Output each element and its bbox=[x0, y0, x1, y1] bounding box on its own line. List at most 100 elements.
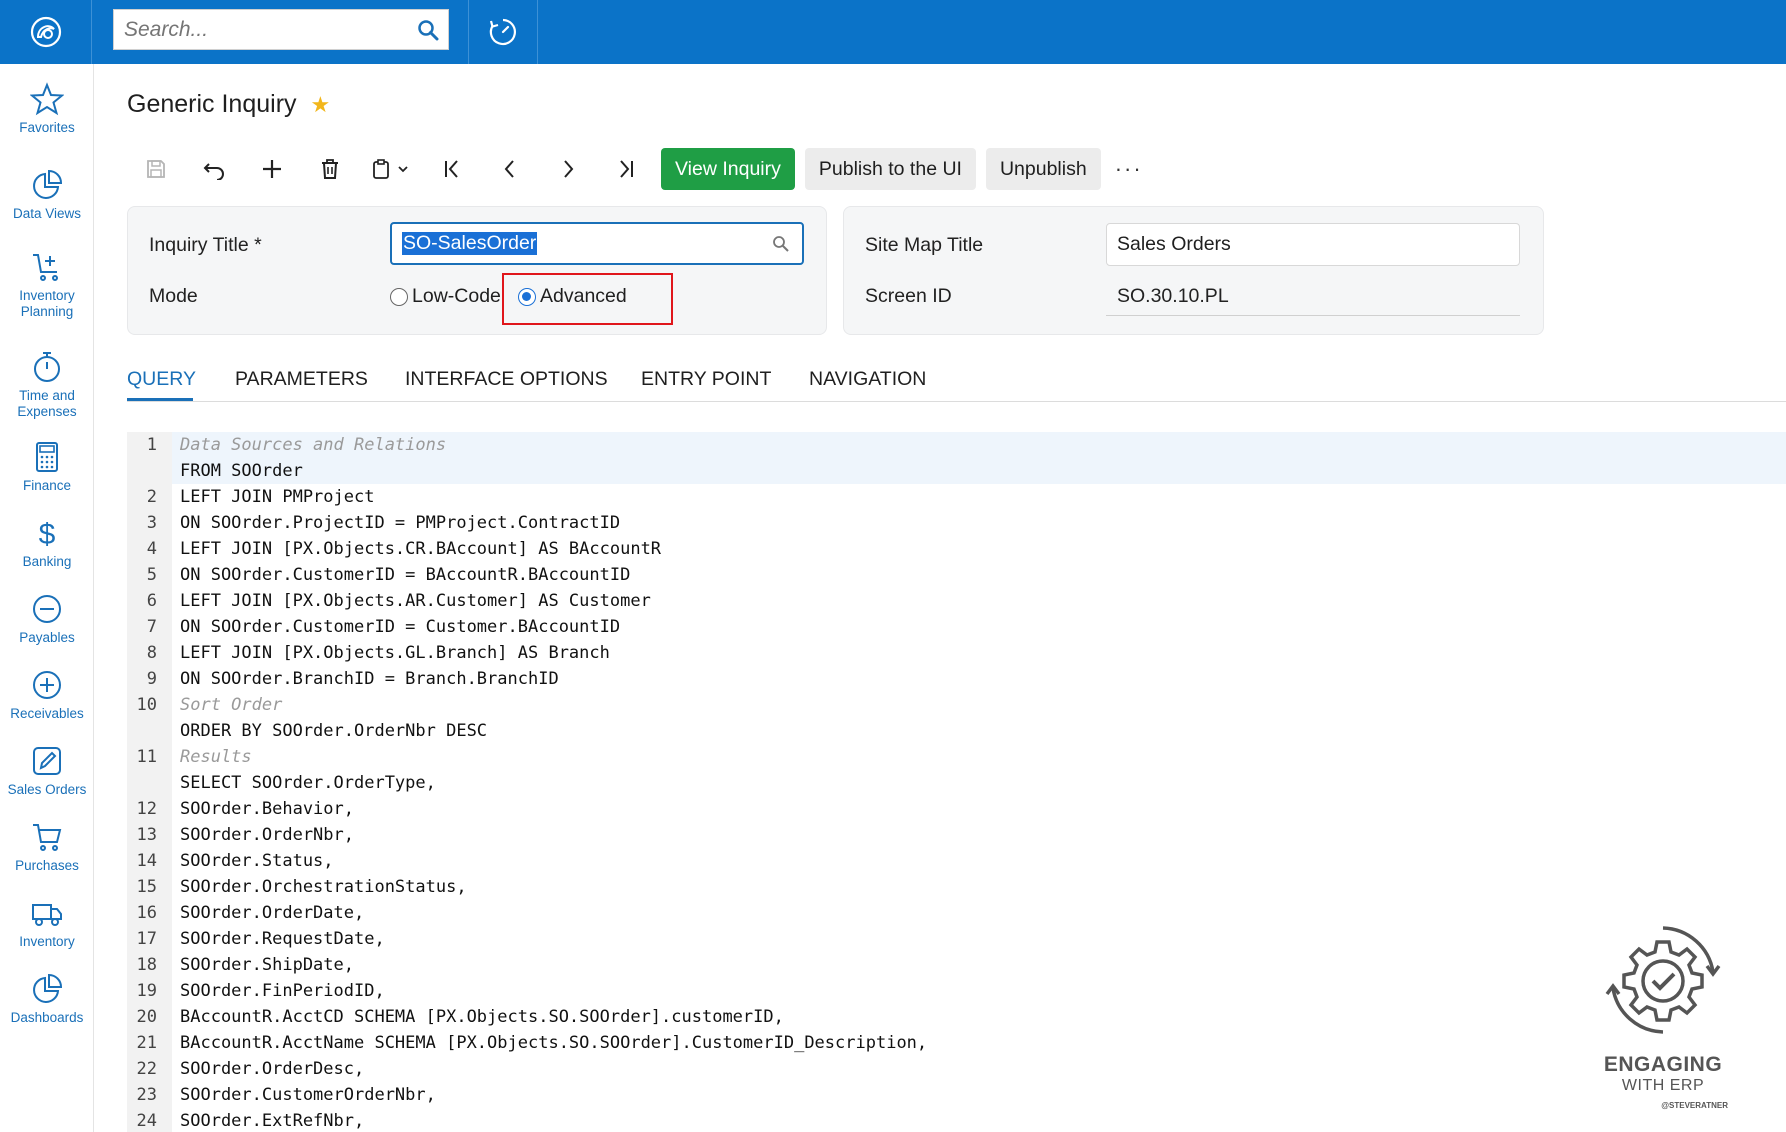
code-line[interactable]: 24 SOOrder.ExtRefNbr, bbox=[127, 1108, 1786, 1132]
code-line[interactable]: 10 Sort Order bbox=[127, 692, 1786, 718]
code-line[interactable]: 17 SOOrder.RequestDate, bbox=[127, 926, 1786, 952]
sidebar-item-dashboards[interactable]: Dashboards bbox=[0, 972, 94, 1026]
code-line[interactable]: 3 ON SOOrder.ProjectID = PMProject.Contra… bbox=[127, 510, 1786, 536]
more-actions-icon[interactable]: ··· bbox=[1115, 156, 1143, 182]
first-record-icon[interactable] bbox=[423, 148, 481, 190]
tab-parameters[interactable]: PARAMETERS bbox=[235, 368, 368, 402]
code-line[interactable]: 13 SOOrder.OrderNbr, bbox=[127, 822, 1786, 848]
code-text[interactable]: LEFT JOIN PMProject bbox=[180, 484, 374, 510]
code-text[interactable]: LEFT JOIN [PX.Objects.CR.BAccount] AS BA… bbox=[180, 536, 661, 562]
code-comment[interactable]: Results bbox=[180, 744, 252, 770]
code-line[interactable]: 5 ON SOOrder.CustomerID = BAccountR.BAcco… bbox=[127, 562, 1786, 588]
code-text[interactable]: BAccountR.AcctCD SCHEMA [PX.Objects.SO.S… bbox=[180, 1004, 784, 1030]
undo-icon[interactable] bbox=[185, 148, 243, 190]
code-line[interactable]: 12 SOOrder.Behavior, bbox=[127, 796, 1786, 822]
code-text[interactable]: ON SOOrder.ProjectID = PMProject.Contrac… bbox=[180, 510, 620, 536]
site-map-title-field[interactable]: Sales Orders bbox=[1106, 223, 1520, 266]
save-icon[interactable] bbox=[127, 148, 185, 190]
code-text[interactable]: LEFT JOIN [PX.Objects.AR.Customer] AS Cu… bbox=[180, 588, 651, 614]
code-line[interactable]: 20 BAccountR.AcctCD SCHEMA [PX.Objects.SO… bbox=[127, 1004, 1786, 1030]
search-icon[interactable] bbox=[772, 235, 790, 253]
sidebar-item-purchases[interactable]: Purchases bbox=[0, 820, 94, 874]
code-line[interactable]: 15 SOOrder.OrchestrationStatus, bbox=[127, 874, 1786, 900]
code-line[interactable]: 1 Data Sources and Relations bbox=[127, 432, 1786, 458]
line-number: 24 bbox=[136, 1111, 157, 1131]
sidebar-item-inventory[interactable]: Inventory bbox=[0, 896, 94, 950]
code-line[interactable]: 18 SOOrder.ShipDate, bbox=[127, 952, 1786, 978]
code-text[interactable]: SOOrder.Status, bbox=[180, 848, 334, 874]
code-text[interactable]: SOOrder.CustomerOrderNbr, bbox=[180, 1082, 436, 1108]
mode-low-code-option[interactable]: Low-Code bbox=[390, 285, 501, 308]
code-comment[interactable]: Data Sources and Relations bbox=[180, 432, 446, 458]
code-line[interactable]: 2 LEFT JOIN PMProject bbox=[127, 484, 1786, 510]
sidebar-item-time-and-expenses[interactable]: Time and Expenses bbox=[0, 350, 94, 420]
query-editor[interactable]: 1 Data Sources and Relations FROM SOOrder 2… bbox=[127, 432, 1786, 1132]
search-icon[interactable] bbox=[408, 10, 448, 49]
code-line[interactable]: ORDER BY SOOrder.OrderNbr DESC bbox=[127, 718, 1786, 744]
code-text[interactable]: ON SOOrder.CustomerID = Customer.BAccoun… bbox=[180, 614, 620, 640]
sidebar-item-finance[interactable]: Finance bbox=[0, 440, 94, 494]
sidebar-item-payables[interactable]: Payables bbox=[0, 592, 94, 646]
code-line[interactable]: 8 LEFT JOIN [PX.Objects.GL.Branch] AS Bra… bbox=[127, 640, 1786, 666]
code-line[interactable]: SELECT SOOrder.OrderType, bbox=[127, 770, 1786, 796]
code-text[interactable]: SELECT SOOrder.OrderType, bbox=[180, 770, 436, 796]
unpublish-button[interactable]: Unpublish bbox=[985, 148, 1101, 190]
inquiry-title-field[interactable]: SO-SalesOrder bbox=[390, 222, 804, 265]
clipboard-dropdown-icon[interactable] bbox=[359, 148, 423, 190]
home-logo[interactable] bbox=[0, 0, 92, 64]
code-line[interactable]: FROM SOOrder bbox=[127, 458, 1786, 484]
add-icon[interactable] bbox=[243, 148, 301, 190]
tab-navigation[interactable]: NAVIGATION bbox=[809, 368, 926, 402]
code-text[interactable]: BAccountR.AcctName SCHEMA [PX.Objects.SO… bbox=[180, 1030, 927, 1056]
low-code-radio[interactable] bbox=[390, 287, 408, 306]
code-line[interactable]: 21 BAccountR.AcctName SCHEMA [PX.Objects.… bbox=[127, 1030, 1786, 1056]
code-text[interactable]: SOOrder.OrderDate, bbox=[180, 900, 364, 926]
code-line[interactable]: 7 ON SOOrder.CustomerID = Customer.BAccou… bbox=[127, 614, 1786, 640]
code-line[interactable]: 14 SOOrder.Status, bbox=[127, 848, 1786, 874]
code-text[interactable]: SOOrder.OrderDesc, bbox=[180, 1056, 364, 1082]
site-map-title-value[interactable]: Sales Orders bbox=[1117, 233, 1231, 256]
code-text[interactable]: SOOrder.OrchestrationStatus, bbox=[180, 874, 467, 900]
search-box[interactable] bbox=[113, 9, 449, 50]
tab-entry-point[interactable]: ENTRY POINT bbox=[641, 368, 771, 402]
code-text[interactable]: SOOrder.RequestDate, bbox=[180, 926, 385, 952]
code-text[interactable]: SOOrder.ShipDate, bbox=[180, 952, 354, 978]
code-line[interactable]: 22 SOOrder.OrderDesc, bbox=[127, 1056, 1786, 1082]
sidebar-item-banking[interactable]: $ Banking bbox=[0, 516, 94, 570]
publish-to-ui-button[interactable]: Publish to the UI bbox=[804, 148, 976, 190]
code-text[interactable]: SOOrder.ExtRefNbr, bbox=[180, 1108, 364, 1132]
view-inquiry-button[interactable]: View Inquiry bbox=[661, 148, 795, 190]
code-text[interactable]: ON SOOrder.BranchID = Branch.BranchID bbox=[180, 666, 559, 692]
code-text[interactable]: SOOrder.FinPeriodID, bbox=[180, 978, 385, 1004]
code-text[interactable]: SOOrder.OrderNbr, bbox=[180, 822, 354, 848]
recent-history-button[interactable] bbox=[469, 0, 537, 64]
code-text[interactable]: SOOrder.Behavior, bbox=[180, 796, 354, 822]
sidebar-item-inventory-planning[interactable]: Inventory Planning bbox=[0, 250, 94, 320]
code-comment[interactable]: Sort Order bbox=[180, 692, 282, 718]
code-line[interactable]: 19 SOOrder.FinPeriodID, bbox=[127, 978, 1786, 1004]
search-input[interactable] bbox=[114, 10, 408, 49]
code-text[interactable]: LEFT JOIN [PX.Objects.GL.Branch] AS Bran… bbox=[180, 640, 610, 666]
previous-record-icon[interactable] bbox=[481, 148, 539, 190]
code-line[interactable]: 4 LEFT JOIN [PX.Objects.CR.BAccount] AS B… bbox=[127, 536, 1786, 562]
code-text[interactable]: ON SOOrder.CustomerID = BAccountR.BAccou… bbox=[180, 562, 630, 588]
code-line[interactable]: 11 Results bbox=[127, 744, 1786, 770]
code-text[interactable]: FROM SOOrder bbox=[180, 458, 303, 484]
favorite-star-icon[interactable]: ★ bbox=[311, 92, 331, 118]
last-record-icon[interactable] bbox=[597, 148, 655, 190]
tab-interface-options[interactable]: INTERFACE OPTIONS bbox=[405, 368, 608, 402]
sidebar-item-data-views[interactable]: Data Views bbox=[0, 168, 94, 222]
code-line[interactable]: 9 ON SOOrder.BranchID = Branch.BranchID bbox=[127, 666, 1786, 692]
next-record-icon[interactable] bbox=[539, 148, 597, 190]
inquiry-title-value[interactable]: SO-SalesOrder bbox=[402, 232, 538, 255]
code-text[interactable]: ORDER BY SOOrder.OrderNbr DESC bbox=[180, 718, 487, 744]
sidebar-item-favorites[interactable]: Favorites bbox=[0, 82, 94, 136]
code-line[interactable]: 6 LEFT JOIN [PX.Objects.AR.Customer] AS C… bbox=[127, 588, 1786, 614]
sidebar-item-receivables[interactable]: Receivables bbox=[0, 668, 94, 722]
code-line[interactable]: 23 SOOrder.CustomerOrderNbr, bbox=[127, 1082, 1786, 1108]
code-line[interactable]: 16 SOOrder.OrderDate, bbox=[127, 900, 1786, 926]
tab-query[interactable]: QUERY bbox=[127, 368, 196, 402]
delete-icon[interactable] bbox=[301, 148, 359, 190]
watermark-line-1: ENGAGING bbox=[1603, 1053, 1723, 1076]
sidebar-item-sales-orders[interactable]: Sales Orders bbox=[0, 744, 94, 798]
